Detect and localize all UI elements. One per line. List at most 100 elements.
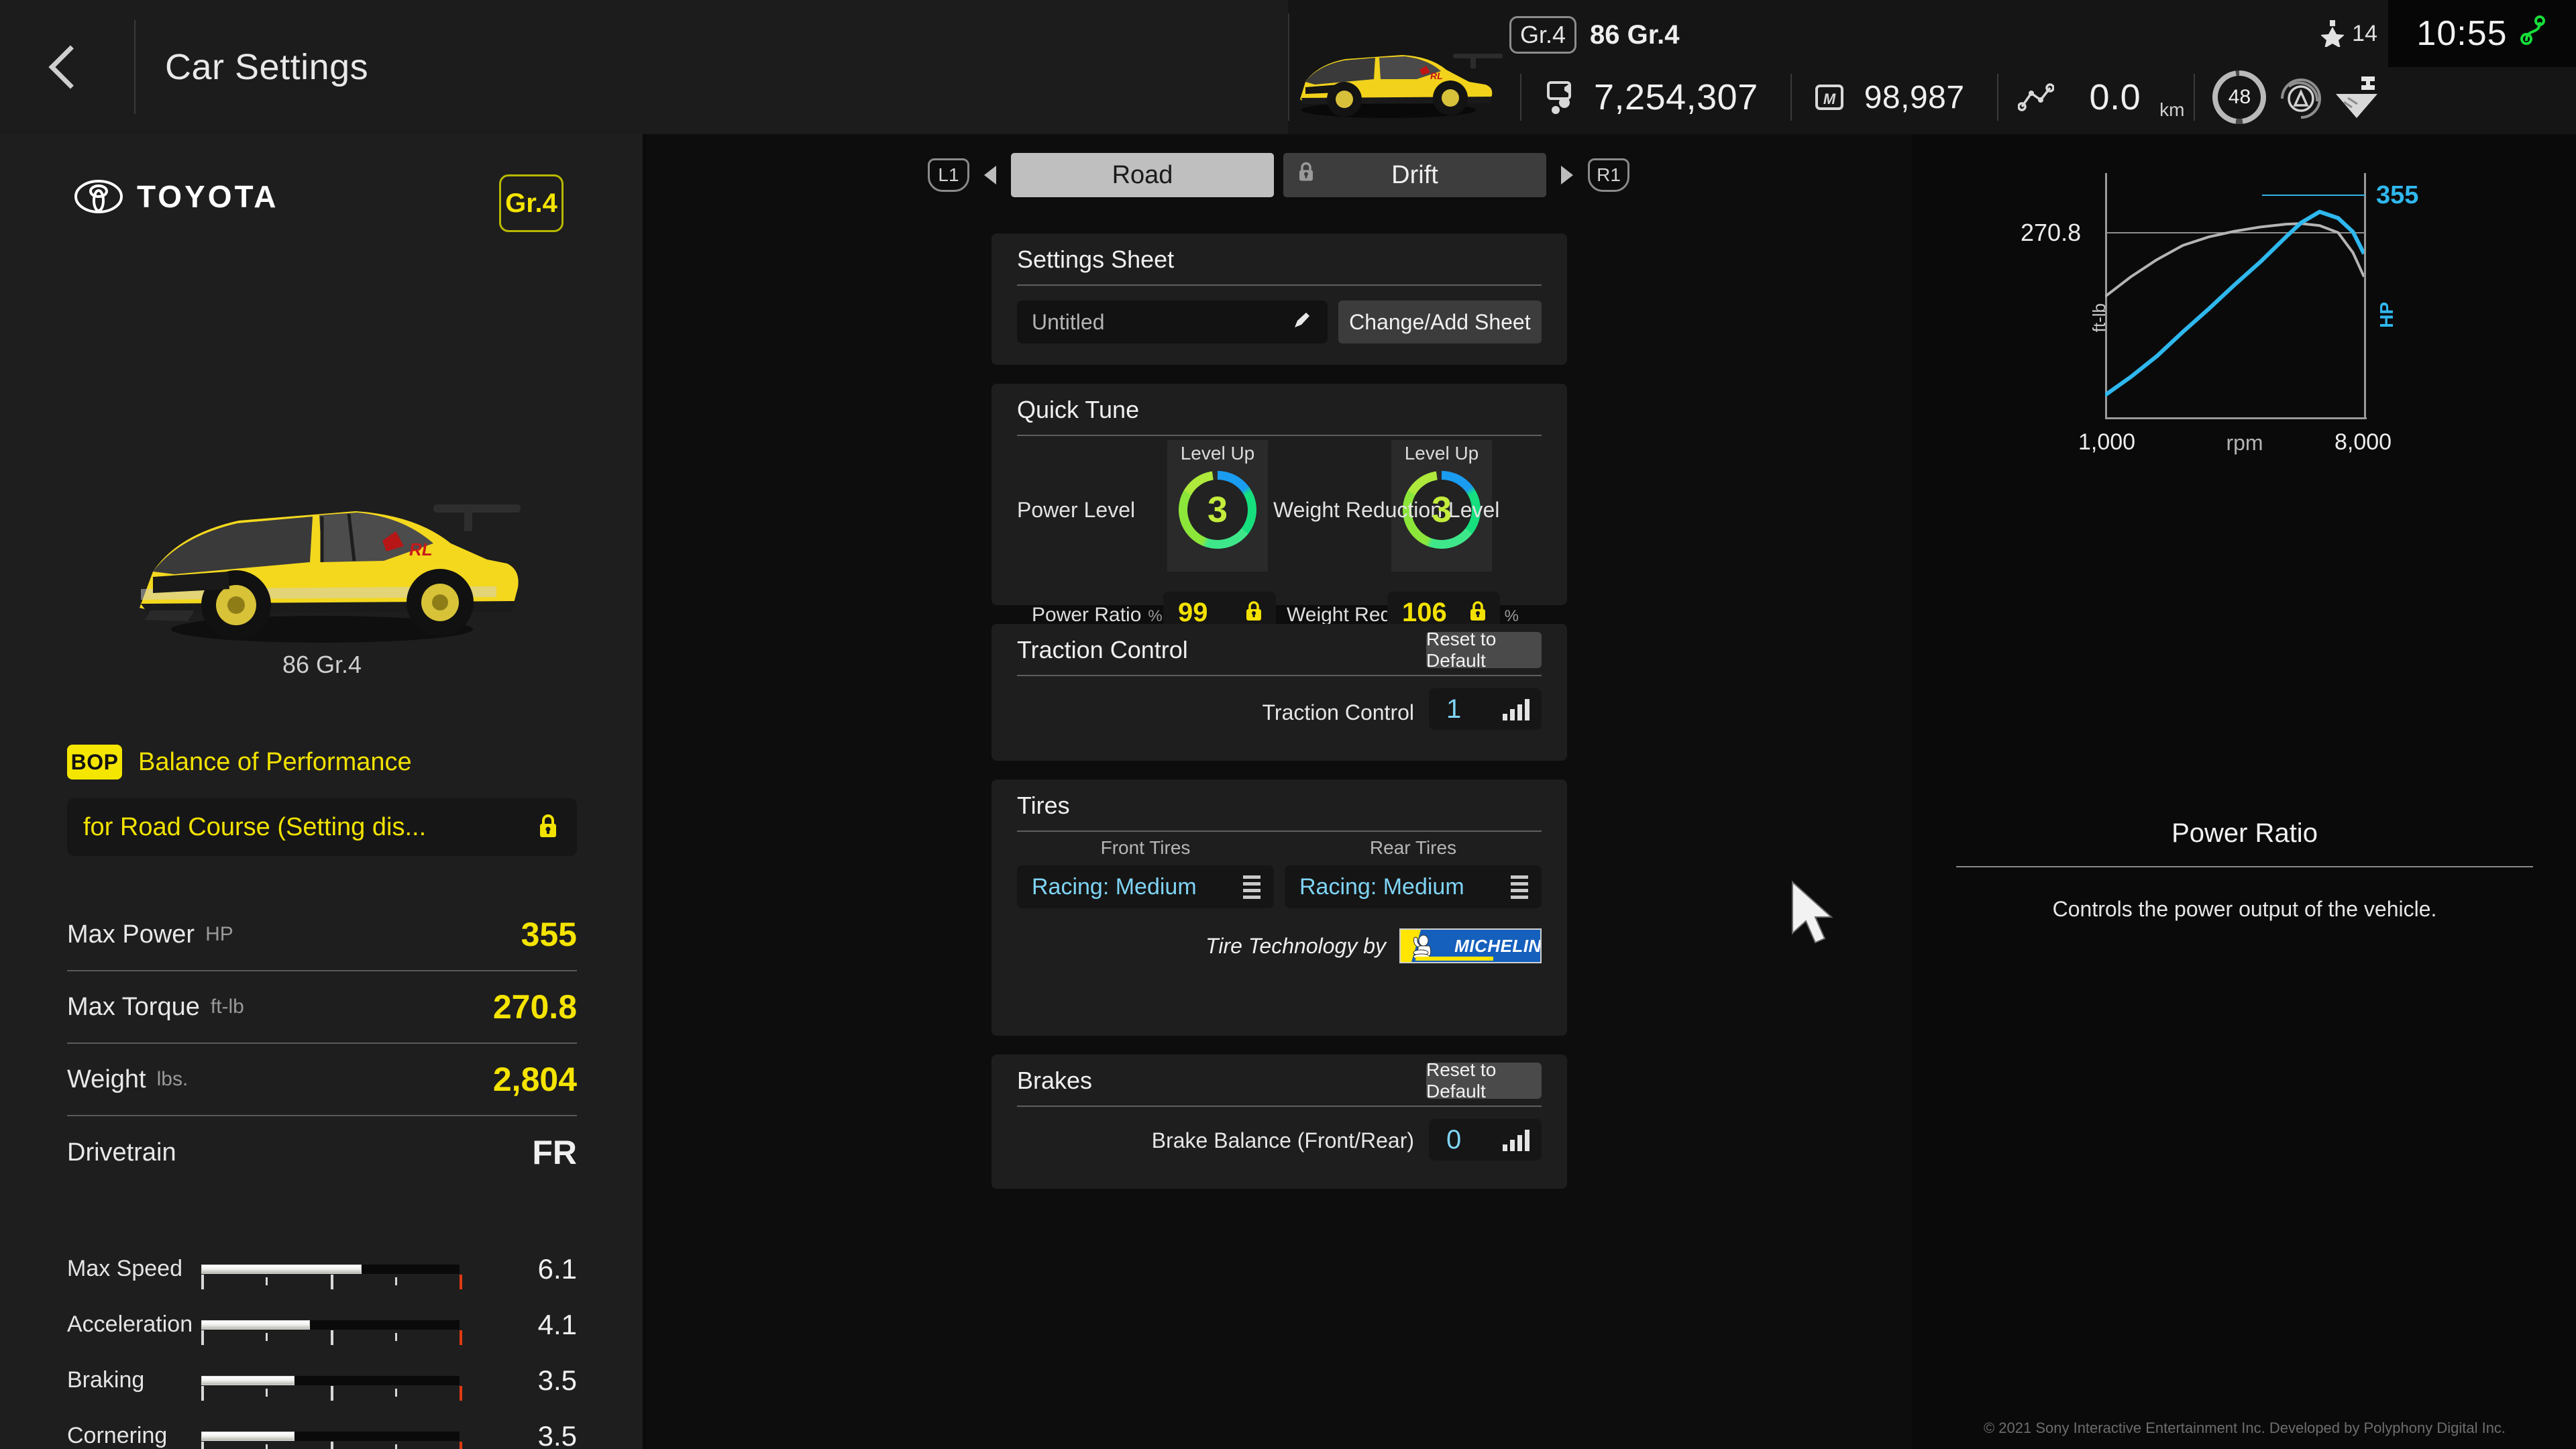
- list-icon[interactable]: [1243, 875, 1260, 899]
- change-add-sheet-button[interactable]: Change/Add Sheet: [1338, 301, 1542, 343]
- bop-row: BOP Balance of Performance: [67, 745, 412, 780]
- pencil-icon[interactable]: [1291, 311, 1311, 334]
- weight-ratio-value: 106: [1402, 597, 1447, 627]
- tab-road[interactable]: Road: [1011, 153, 1274, 197]
- metric-separator: [1996, 74, 1998, 121]
- perf-tick: [394, 1277, 397, 1285]
- driver-level-value: 48: [2228, 86, 2251, 108]
- settings-sheet-title: Settings Sheet: [1017, 246, 1175, 273]
- performance-fill: [201, 1375, 294, 1385]
- description-panel: Power Ratio Controls the power output of…: [1913, 818, 2576, 922]
- star-icon: [2321, 20, 2345, 47]
- lock-icon[interactable]: [1245, 600, 1263, 625]
- mileage-icon: M: [1809, 77, 1849, 117]
- performance-ticks: [201, 1275, 462, 1289]
- chart-torque-max-label: 270.8: [2021, 219, 2082, 246]
- performance-track: [201, 1320, 460, 1330]
- brake-balance-label: Brake Balance (Front/Rear): [1151, 1128, 1414, 1152]
- divider: [1017, 830, 1542, 832]
- bop-badge: BOP: [67, 745, 122, 780]
- arrow-left-icon[interactable]: [984, 166, 996, 184]
- perf-tick: [201, 1442, 204, 1449]
- performance-fill: [201, 1320, 310, 1330]
- sheet-name-field[interactable]: Untitled: [1017, 301, 1328, 343]
- spec-row: Drivetrain FR: [67, 1116, 577, 1189]
- michelin-logo-icon: MICHELIN: [1399, 928, 1542, 963]
- quick-tune-header: Quick Tune: [991, 384, 1567, 436]
- metric-separator: [2194, 74, 2196, 121]
- sidebar-group-badge: Gr.4: [499, 174, 564, 232]
- bars-stepper-icon[interactable]: [1503, 1128, 1529, 1151]
- traction-control-header: Traction Control Reset to Default: [991, 624, 1567, 676]
- lock-icon[interactable]: [1469, 600, 1487, 625]
- mileage-value: 98,987: [1864, 79, 1965, 115]
- spec-name: Max Torque: [67, 992, 200, 1021]
- spec-list: Max Power HP 355 Max Torque ft-lb 270.8 Weight…: [67, 899, 577, 1189]
- metric-separator: [1790, 74, 1792, 121]
- brake-balance-field[interactable]: 0: [1429, 1119, 1542, 1161]
- perf-tick: [201, 1330, 204, 1345]
- weight-level-up-label: Level Up: [1404, 443, 1479, 464]
- rear-tire-field[interactable]: Racing: Medium: [1285, 865, 1542, 908]
- perf-tick: [394, 1333, 397, 1341]
- traction-control-field[interactable]: 1: [1429, 688, 1542, 730]
- achievement-icon: [2275, 72, 2326, 123]
- tire-sponsor-row: Tire Technology by MICHELIN: [991, 908, 1567, 981]
- performance-ticks: [201, 1330, 462, 1345]
- weight-level-label: Weight Reduction Level: [1273, 498, 1500, 522]
- power-ratio-label: Power Ratio%: [1032, 604, 1163, 627]
- performance-track: [201, 1375, 460, 1385]
- metric-separator: [1520, 74, 1521, 121]
- chart-plot: [2105, 209, 2364, 397]
- page-title: Car Settings: [165, 47, 369, 87]
- power-level-up-label: Level Up: [1180, 443, 1255, 464]
- bop-detail-box[interactable]: for Road Course (Setting dis...: [67, 798, 577, 856]
- divider: [1017, 284, 1542, 286]
- sidebar-car-name: 86 Gr.4: [282, 651, 362, 678]
- tires-column-labels: Front Tires Rear Tires: [991, 832, 1567, 859]
- brakes-header: Brakes Reset to Default: [991, 1055, 1567, 1107]
- power-level-dial[interactable]: 3: [1179, 471, 1256, 549]
- spec-name: Max Power: [67, 920, 195, 949]
- arrow-right-icon[interactable]: [1561, 166, 1573, 184]
- traction-control-row: Traction Control 1: [991, 676, 1567, 749]
- brakes-card: Brakes Reset to Default Brake Balance (F…: [991, 1055, 1567, 1189]
- performance-ticks: [201, 1442, 462, 1449]
- star-count: 14: [2352, 20, 2377, 46]
- l1-button[interactable]: L1: [928, 158, 969, 192]
- perf-tick: [266, 1277, 268, 1285]
- spec-unit: lbs.: [156, 1068, 189, 1090]
- quick-tune-card: Quick Tune Level Up Level Up 3 3 Power L…: [991, 384, 1567, 633]
- list-icon[interactable]: [1511, 875, 1528, 899]
- tire-technology-label: Tire Technology by: [1205, 933, 1386, 958]
- traction-reset-button[interactable]: Reset to Default: [1426, 629, 1542, 671]
- brakes-reset-button[interactable]: Reset to Default: [1426, 1059, 1542, 1102]
- car-thumbnail-icon: RL: [1300, 54, 1503, 118]
- performance-value: 3.5: [537, 1364, 577, 1396]
- chevron-left-icon: [48, 45, 93, 89]
- tab-drift[interactable]: Drift: [1283, 153, 1546, 197]
- perf-tick: [460, 1275, 462, 1289]
- chart-right-axis-label: HP: [2376, 302, 2397, 328]
- rear-tires-label: Rear Tires: [1369, 837, 1457, 858]
- r1-button[interactable]: R1: [1588, 158, 1629, 192]
- front-tires-label: Front Tires: [1100, 837, 1191, 858]
- quick-tune-title: Quick Tune: [1017, 396, 1140, 423]
- bars-stepper-icon[interactable]: [1503, 698, 1529, 720]
- tires-card: Tires Front Tires Rear Tires Racing: Med…: [991, 780, 1567, 1036]
- lock-icon: [538, 813, 558, 842]
- performance-value: 3.5: [537, 1419, 577, 1449]
- svg-text:RL: RL: [1430, 70, 1443, 81]
- power-ratio-unit: %: [1148, 607, 1163, 625]
- copyright-text: © 2021 Sony Interactive Entertainment In…: [1983, 1419, 2506, 1436]
- power-level-label: Power Level: [1017, 498, 1136, 522]
- perf-tick: [460, 1386, 462, 1401]
- performance-row: Braking 3.5: [67, 1352, 577, 1408]
- back-button[interactable]: [0, 0, 134, 134]
- distance-unit: km: [2159, 99, 2185, 120]
- performance-fill: [201, 1431, 294, 1441]
- front-tire-field[interactable]: Racing: Medium: [1017, 865, 1274, 908]
- front-tire-value: Racing: Medium: [1032, 873, 1197, 900]
- chart-power-max-label: 355: [2376, 181, 2419, 209]
- svg-text:RL: RL: [409, 539, 433, 559]
